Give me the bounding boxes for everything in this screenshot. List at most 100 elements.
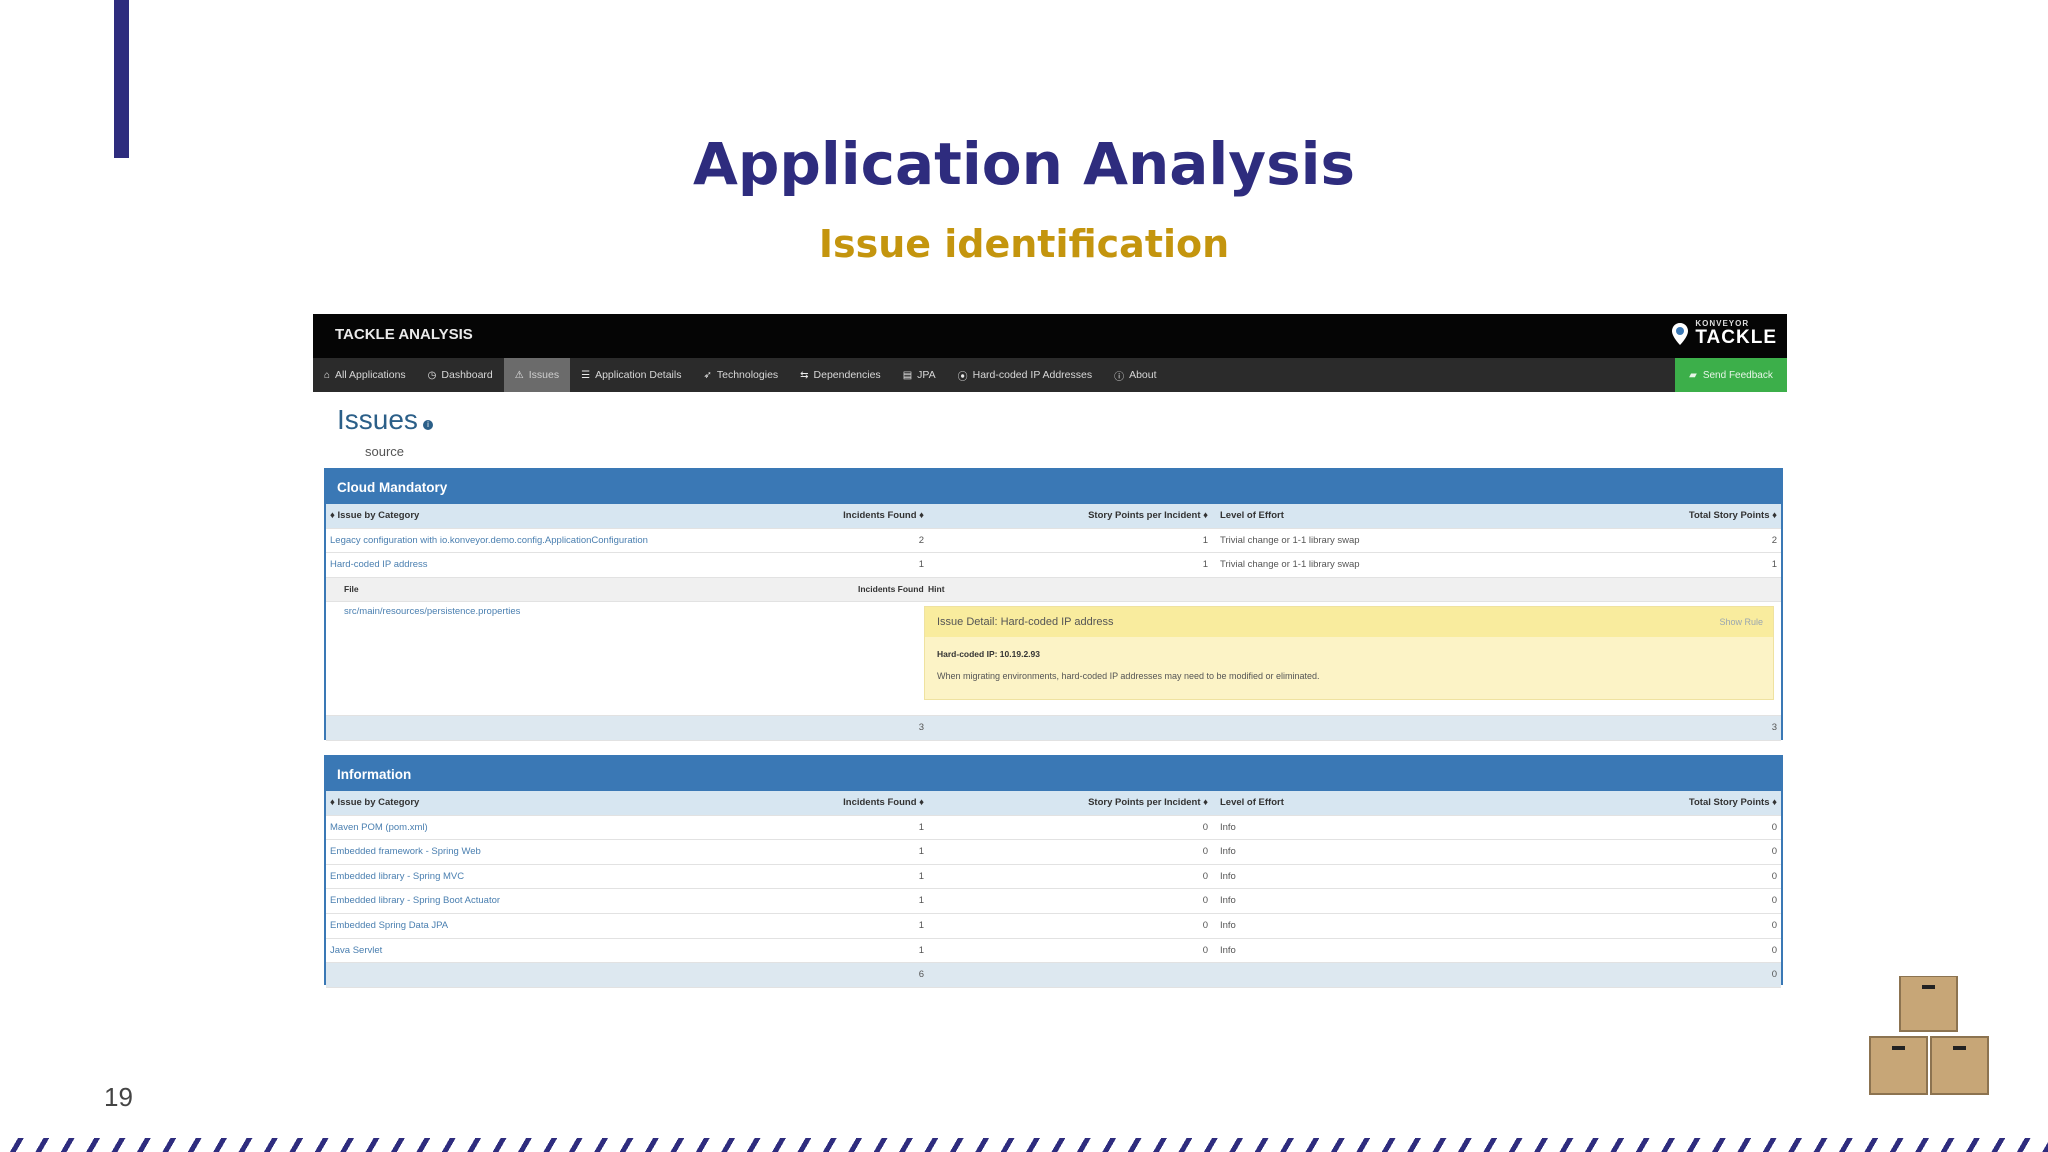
issue-link[interactable]: Embedded library - Spring MVC	[330, 865, 464, 889]
nav-about[interactable]: ⓘ About	[1103, 358, 1167, 392]
panel-title: Information	[326, 757, 1781, 791]
col-tsp-header[interactable]: Total Story Points ♦	[1689, 791, 1777, 815]
dashboard-icon: ◷	[427, 369, 437, 381]
total-story-points: 3	[1771, 722, 1777, 734]
incidents-cell: 1	[918, 559, 924, 571]
incidents-cell: 1	[918, 870, 924, 882]
file-header: File	[344, 583, 359, 594]
spi-cell: 1	[1202, 534, 1208, 546]
brand-big: TACKLE	[1695, 327, 1777, 348]
stacked-boxes-logo-icon	[1869, 976, 1989, 1095]
nav-label: Technologies	[716, 369, 779, 381]
page-number: 19	[104, 1082, 133, 1112]
col-spi-header[interactable]: Story Points per Incident ♦	[1088, 504, 1208, 528]
nav-issues[interactable]: ⚠ Issues	[503, 358, 571, 392]
info-icon: ⓘ	[1114, 371, 1125, 383]
col-issue-header[interactable]: ♦ Issue by Category	[330, 504, 419, 528]
table-total-row: 3 3	[326, 716, 1781, 741]
tsp-cell: 1	[1771, 559, 1777, 571]
spi-cell: 0	[1202, 944, 1208, 956]
tsp-cell: 0	[1771, 944, 1777, 956]
hint-title: Issue Detail: Hard-coded IP address	[925, 607, 1773, 638]
loe-cell: Info	[1220, 870, 1236, 882]
nav-technologies[interactable]: ➶ Technologies	[692, 358, 789, 392]
issue-link[interactable]: Hard-coded IP address	[330, 553, 428, 577]
nav-all-applications[interactable]: ⌂ All Applications	[313, 358, 417, 392]
send-feedback-label: Send Feedback	[1702, 369, 1773, 381]
home-icon: ⌂	[324, 369, 331, 381]
issue-link[interactable]: Embedded framework - Spring Web	[330, 840, 481, 864]
tsp-cell: 0	[1771, 846, 1777, 858]
table-row: Java Servlet 1 0 Info 0	[326, 939, 1781, 964]
col-tsp-header[interactable]: Total Story Points ♦	[1689, 504, 1777, 528]
page-title: Issues	[337, 404, 418, 435]
table-row: Embedded library - Spring Boot Actuator …	[326, 889, 1781, 914]
loe-cell: Info	[1220, 821, 1236, 833]
col-spi-header[interactable]: Story Points per Incident ♦	[1088, 791, 1208, 815]
app-topbar: TACKLE ANALYSIS KONVEYOR TACKLE	[313, 314, 1787, 358]
spi-cell: 0	[1202, 870, 1208, 882]
nav-jpa[interactable]: ▤ JPA	[892, 358, 947, 392]
incidents-cell: 1	[918, 821, 924, 833]
issue-link[interactable]: Embedded library - Spring Boot Actuator	[330, 889, 500, 913]
total-incidents: 6	[918, 969, 924, 981]
issue-link[interactable]: Embedded Spring Data JPA	[330, 914, 448, 938]
show-rule-link[interactable]: Show Rule	[1719, 607, 1763, 637]
loe-cell: Info	[1220, 895, 1236, 907]
list-icon: ☰	[581, 369, 591, 381]
tsp-cell: 0	[1771, 895, 1777, 907]
hint-header: Hint	[928, 583, 945, 594]
table-header: ♦ Issue by Category Incidents Found ♦ St…	[326, 791, 1781, 816]
col-incidents-header[interactable]: Incidents Found ♦	[843, 504, 924, 528]
nav-label: JPA	[917, 369, 936, 381]
nav-label: Dependencies	[813, 369, 881, 381]
page-header: Issues i source	[313, 392, 1787, 468]
brand-logo: KONVEYOR TACKLE	[1671, 320, 1777, 347]
detail-header: File Incidents Found Hint	[326, 577, 1781, 603]
incidents-cell: 1	[918, 846, 924, 858]
col-incidents-header[interactable]: Incidents Found ♦	[843, 791, 924, 815]
incidents-cell: 2	[918, 534, 924, 546]
map-marker-icon: ⦿	[957, 371, 968, 383]
table-total-row: 6 0	[326, 963, 1781, 988]
incidents-cell: 1	[918, 895, 924, 907]
nav-application-details[interactable]: ☰ Application Details	[570, 358, 692, 392]
spi-cell: 0	[1202, 919, 1208, 931]
table-row: Maven POM (pom.xml) 1 0 Info 0	[326, 816, 1781, 841]
nav-dashboard[interactable]: ◷ Dashboard	[417, 358, 504, 392]
spi-cell: 0	[1202, 895, 1208, 907]
total-incidents: 3	[918, 722, 924, 734]
info-icon[interactable]: i	[423, 420, 433, 430]
cloud-mandatory-panel: Cloud Mandatory ♦ Issue by Category Inci…	[324, 468, 1783, 741]
issue-link[interactable]: Java Servlet	[330, 939, 382, 963]
dependencies-icon: ⇆	[800, 369, 809, 381]
nav-hard-coded-ip[interactable]: ⦿ Hard-coded IP Addresses	[947, 358, 1103, 392]
detail-incidents-header: Incidents Found	[858, 583, 924, 594]
incidents-cell: 1	[918, 919, 924, 931]
tsp-cell: 2	[1771, 534, 1777, 546]
loe-cell: Info	[1220, 919, 1236, 931]
hint-ip: Hard-coded IP: 10.19.2.93	[937, 649, 1040, 660]
table-header: ♦ Issue by Category Incidents Found ♦ St…	[326, 504, 1781, 529]
hint-box: Issue Detail: Hard-coded IP address Show…	[924, 606, 1774, 701]
issue-link[interactable]: Maven POM (pom.xml)	[330, 816, 428, 840]
comment-icon: ▰	[1689, 369, 1697, 381]
table-row: Embedded library - Spring MVC 1 0 Info 0	[326, 865, 1781, 890]
spi-cell: 0	[1202, 821, 1208, 833]
nav-dependencies[interactable]: ⇆ Dependencies	[789, 358, 892, 392]
hint-message: When migrating environments, hard-coded …	[937, 671, 1320, 682]
col-loe-header[interactable]: Level of Effort	[1220, 791, 1284, 815]
incidents-cell: 1	[918, 944, 924, 956]
app-name: TACKLE ANALYSIS	[335, 326, 473, 343]
slide-subtitle: Issue identification	[818, 222, 1230, 266]
issue-link[interactable]: Legacy configuration with io.konveyor.de…	[330, 529, 648, 553]
col-loe-header[interactable]: Level of Effort	[1220, 504, 1284, 528]
issue-detail-area: src/main/resources/persistence.propertie…	[326, 602, 1781, 717]
total-story-points: 0	[1771, 969, 1777, 981]
page-subtitle: source	[365, 444, 405, 459]
information-panel: Information ♦ Issue by Category Incident…	[324, 755, 1783, 988]
file-link[interactable]: src/main/resources/persistence.propertie…	[344, 606, 520, 617]
send-feedback-button[interactable]: ▰ Send Feedback	[1675, 358, 1787, 392]
loe-cell: Info	[1220, 846, 1236, 858]
col-issue-header[interactable]: ♦ Issue by Category	[330, 791, 419, 815]
